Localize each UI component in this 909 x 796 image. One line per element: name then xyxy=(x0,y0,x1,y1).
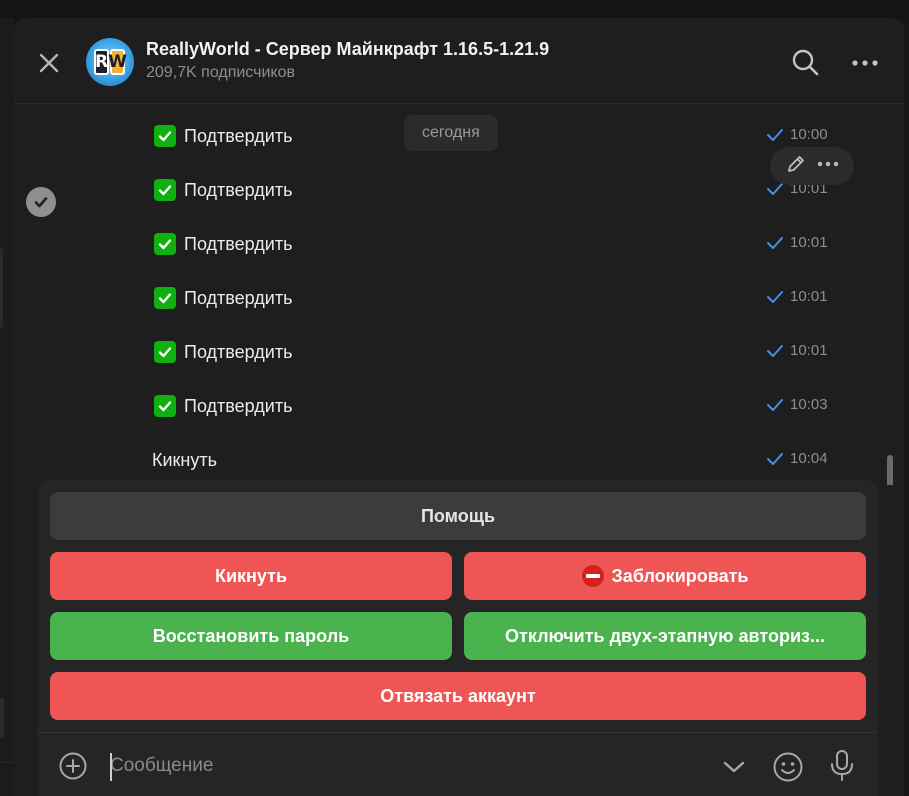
plus-circle-icon xyxy=(59,752,87,780)
read-check-icon xyxy=(767,290,783,303)
smile-icon xyxy=(773,752,803,782)
message-text: Подтвердить xyxy=(184,126,293,146)
microphone-icon xyxy=(831,750,853,781)
message-time: 10:01 xyxy=(790,234,828,251)
channel-subscribers: 209,7K подписчиков xyxy=(146,64,295,81)
message-row[interactable]: Подтвердить 10:01 xyxy=(152,230,832,260)
message-meta: 10:04 xyxy=(766,450,828,467)
scrollbar[interactable] xyxy=(886,455,894,485)
message-input[interactable] xyxy=(110,751,650,781)
check-icon xyxy=(34,197,48,208)
checkmark-emoji-icon xyxy=(154,341,176,363)
message-text: Подтвердить xyxy=(184,342,293,362)
message-meta: 10:00 xyxy=(766,126,828,143)
message-time: 10:01 xyxy=(790,342,828,359)
read-check-icon xyxy=(767,452,783,465)
unlink-account-button[interactable]: Отвязать аккаунт xyxy=(50,672,866,720)
message-text: Подтвердить xyxy=(184,180,293,200)
message-text: Подтвердить xyxy=(184,288,293,308)
more-horizontal-icon xyxy=(817,161,838,166)
read-check-icon xyxy=(767,344,783,357)
avatar-letter-w: W xyxy=(108,49,127,75)
help-button[interactable]: Помощь xyxy=(50,492,866,540)
message-text: Подтвердить xyxy=(184,396,293,416)
message-hover-actions xyxy=(770,147,854,185)
checkmark-emoji-icon xyxy=(154,179,176,201)
bot-keyboard: Помощь Кикнуть Заблокировать Восстановит… xyxy=(38,480,878,796)
search-icon xyxy=(792,49,819,76)
message-time: 10:03 xyxy=(790,396,828,413)
message-more-button[interactable] xyxy=(816,153,840,180)
help-button-label: Помощь xyxy=(420,505,496,526)
message-row[interactable]: Кикнуть 10:04 xyxy=(152,446,832,476)
read-check-icon xyxy=(767,398,783,411)
message-time: 10:04 xyxy=(790,450,828,467)
emoji-button[interactable] xyxy=(772,751,804,783)
message-row[interactable]: Подтвердить 10:01 xyxy=(152,338,832,368)
no-entry-icon xyxy=(581,565,604,587)
restore-password-label: Восстановить пароль xyxy=(152,625,350,646)
checkmark-emoji-icon xyxy=(154,287,176,309)
text-caret xyxy=(110,753,112,781)
message-row[interactable]: Подтвердить 10:03 xyxy=(152,392,832,422)
checkmark-emoji-icon xyxy=(154,233,176,255)
message-meta: 10:01 xyxy=(766,342,828,359)
edit-button[interactable] xyxy=(785,153,807,180)
date-separator: сегодня xyxy=(404,115,498,151)
message-list[interactable]: Подтвердить 10:00 Подтвердить 10:01 Подт… xyxy=(14,105,904,485)
kick-button-label: Кикнуть xyxy=(214,565,288,586)
kick-button[interactable]: Кикнуть xyxy=(50,552,452,600)
more-horizontal-icon xyxy=(852,60,878,66)
channel-title[interactable]: ReallyWorld - Сервер Майнкрафт 1.16.5-1.… xyxy=(146,39,549,60)
left-pane-divider xyxy=(0,762,14,763)
left-pane-scroll-hint xyxy=(0,248,3,328)
message-composer xyxy=(38,732,878,796)
block-button-label: Заблокировать xyxy=(611,565,749,586)
message-text: Кикнуть xyxy=(152,450,217,470)
left-pane-tab xyxy=(0,698,4,738)
top-strip xyxy=(0,0,909,18)
message-text: Подтвердить xyxy=(184,234,293,254)
checkmark-emoji-icon xyxy=(154,125,176,147)
close-icon xyxy=(39,53,59,73)
chat-window: R W ReallyWorld - Сервер Майнкрафт 1.16.… xyxy=(14,18,904,796)
message-meta: 10:03 xyxy=(766,396,828,413)
channel-avatar[interactable]: R W xyxy=(86,38,134,86)
message-row[interactable]: Подтвердить 10:01 xyxy=(152,284,832,314)
checkmark-emoji-icon xyxy=(154,395,176,417)
attach-button[interactable] xyxy=(58,751,88,781)
left-pane-edge xyxy=(0,18,14,796)
search-button[interactable] xyxy=(790,47,820,77)
message-row[interactable]: Подтвердить 10:01 xyxy=(152,176,832,206)
pencil-icon xyxy=(787,155,804,172)
toggle-keyboard-button[interactable] xyxy=(720,753,748,781)
avatar-letter-r: R xyxy=(94,49,109,75)
read-check-icon xyxy=(767,236,783,249)
message-time: 10:00 xyxy=(790,126,828,143)
disable-2fa-button[interactable]: Отключить двух-этапную авториз... xyxy=(464,612,866,660)
scrollbar-thumb[interactable] xyxy=(887,455,893,485)
voice-message-button[interactable] xyxy=(828,749,856,783)
more-options-button[interactable] xyxy=(850,48,880,78)
disable-2fa-label: Отключить двух-этапную авториз... xyxy=(505,625,825,646)
read-check-icon xyxy=(767,128,783,141)
message-meta: 10:01 xyxy=(766,288,828,305)
message-meta: 10:01 xyxy=(766,234,828,251)
chevron-down-icon xyxy=(723,761,745,773)
message-time: 10:01 xyxy=(790,288,828,305)
unlink-account-label: Отвязать аккаунт xyxy=(380,685,536,706)
restore-password-button[interactable]: Восстановить пароль xyxy=(50,612,452,660)
chat-header: R W ReallyWorld - Сервер Майнкрафт 1.16.… xyxy=(14,18,904,104)
close-button[interactable] xyxy=(34,48,64,78)
block-button[interactable]: Заблокировать xyxy=(464,552,866,600)
message-select-checkbox[interactable] xyxy=(26,187,56,217)
